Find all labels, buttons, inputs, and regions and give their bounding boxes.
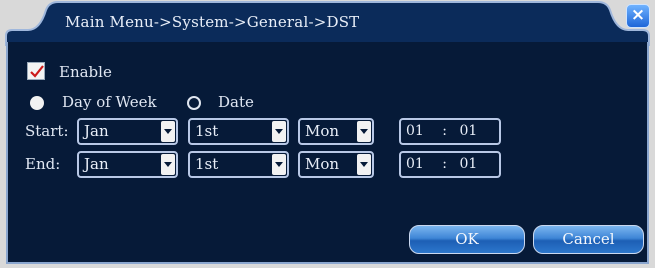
radio-date-label: Date [218,93,254,111]
chevron-down-icon [272,154,286,175]
start-day-select[interactable]: Mon [298,118,374,145]
radio-date[interactable] [187,96,201,110]
chevron-down-icon [357,121,371,142]
end-time-sep: : [442,156,447,172]
start-month-select[interactable]: Jan [77,118,178,145]
chevron-down-icon [357,154,371,175]
start-week-select[interactable]: 1st [188,118,289,145]
end-time-input[interactable]: 01 : 01 [399,151,501,178]
start-minute: 01 [459,123,478,139]
start-time-input[interactable]: 01 : 01 [399,118,501,145]
start-hour: 01 [406,123,424,139]
start-day-value: Mon [305,122,340,140]
close-button[interactable]: × [626,4,650,28]
ok-button[interactable]: OK [409,225,525,254]
end-hour: 01 [406,156,424,172]
start-month-value: Jan [84,122,109,140]
dst-dialog: Main Menu->System->General->DST × Enable… [0,0,655,268]
chevron-down-icon [161,121,175,142]
check-mark-icon [30,65,44,78]
radio-day-of-week[interactable] [30,96,44,110]
end-month-select[interactable]: Jan [77,151,178,178]
start-week-value: 1st [195,122,219,140]
enable-checkbox[interactable] [27,62,45,80]
end-week-value: 1st [195,155,219,173]
enable-label: Enable [59,63,112,81]
end-week-select[interactable]: 1st [188,151,289,178]
cancel-button[interactable]: Cancel [533,225,644,254]
end-month-value: Jan [84,155,109,173]
end-day-value: Mon [305,155,340,173]
chevron-down-icon [272,121,286,142]
end-day-select[interactable]: Mon [298,151,374,178]
end-label: End: [25,155,61,173]
start-time-sep: : [442,123,447,139]
radio-day-of-week-label: Day of Week [62,93,157,111]
end-minute: 01 [459,156,478,172]
close-icon: × [630,5,646,25]
dialog-title: Main Menu->System->General->DST [65,13,360,31]
title-bar: Main Menu->System->General->DST × [0,0,655,46]
start-label: Start: [25,122,69,140]
chevron-down-icon [161,154,175,175]
